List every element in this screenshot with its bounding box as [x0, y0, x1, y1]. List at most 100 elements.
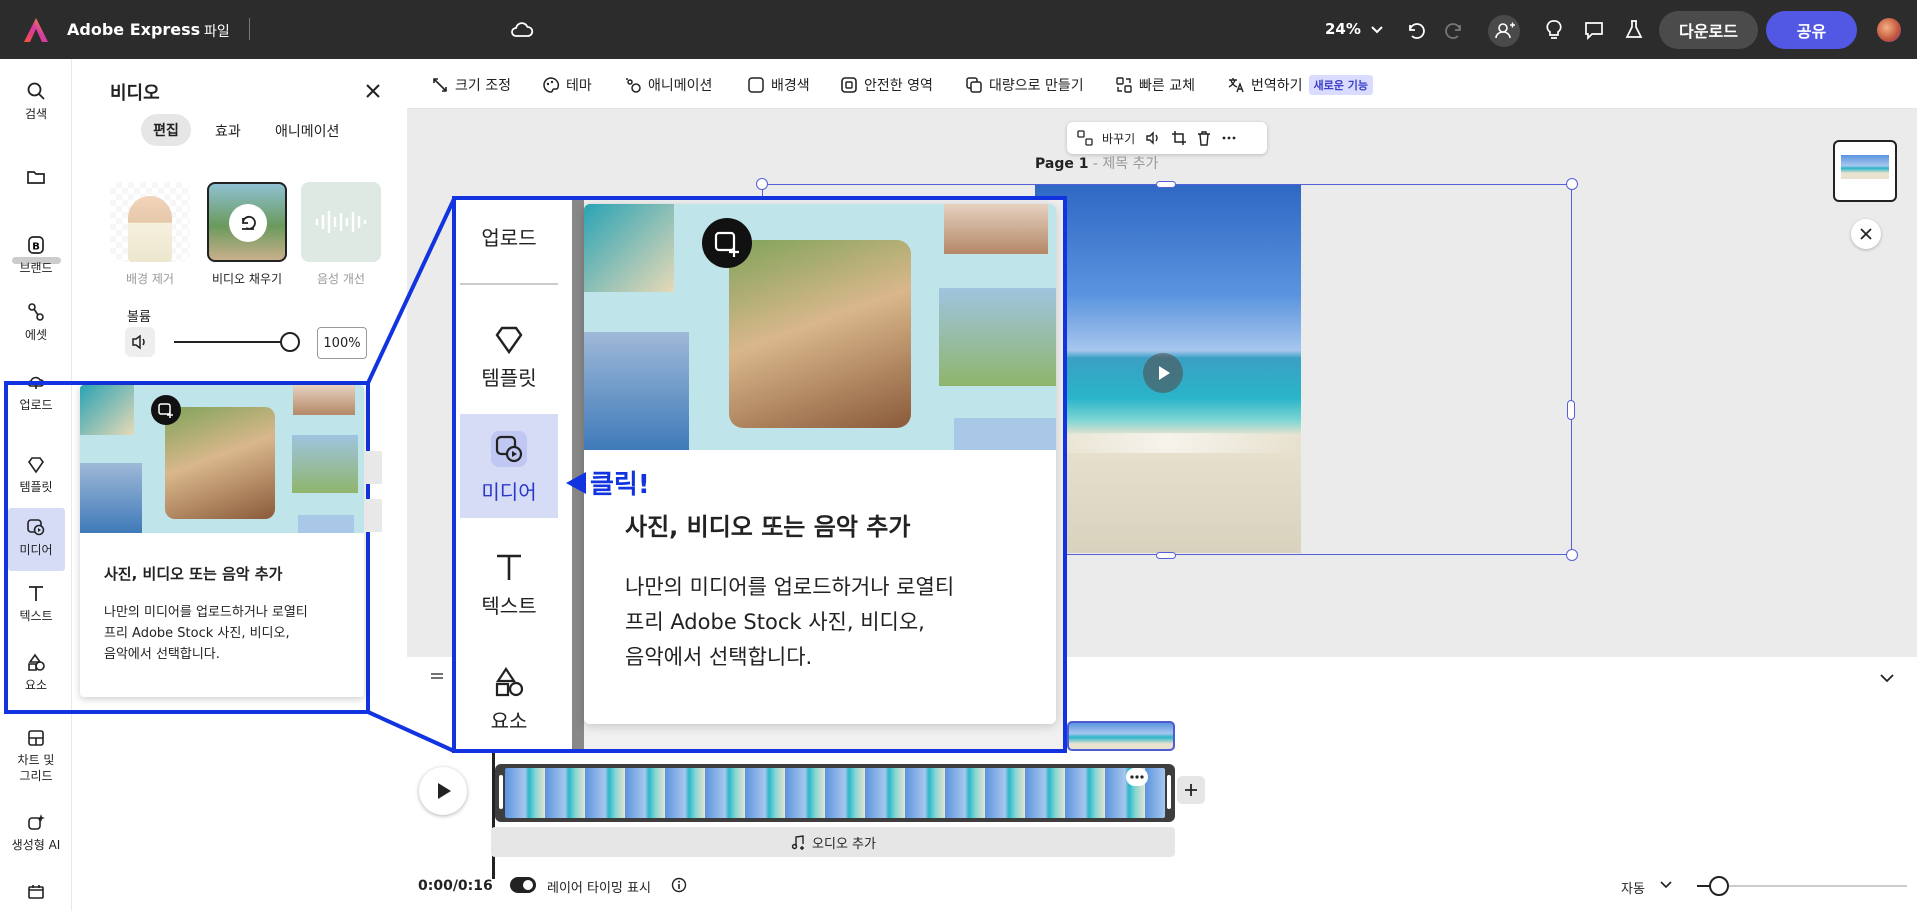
translate-icon: [1228, 78, 1244, 93]
rail-label: 브랜드: [19, 261, 53, 275]
assets-icon: [28, 303, 44, 321]
chevron-down-icon[interactable]: [1659, 880, 1673, 890]
info-icon[interactable]: [671, 877, 687, 893]
theme-button[interactable]: 테마: [542, 75, 592, 95]
zoom-rail-templates[interactable]: 템플릿: [456, 322, 562, 391]
resize-button[interactable]: 크기 조정: [431, 75, 511, 95]
layer-clip[interactable]: [1067, 721, 1175, 751]
text-icon: [497, 554, 521, 580]
page-label: Page 1: [1035, 156, 1089, 172]
fill-video-option[interactable]: [207, 182, 287, 262]
layer-timing-toggle[interactable]: [510, 877, 536, 893]
toolbar-label: 테마: [566, 78, 592, 94]
resize-handle[interactable]: [1566, 549, 1578, 561]
rail-files[interactable]: [0, 167, 72, 191]
volume-value[interactable]: 100%: [317, 327, 367, 359]
rail-assets[interactable]: 에셋: [0, 302, 72, 343]
close-pages-button[interactable]: [1851, 219, 1881, 249]
close-icon: [1860, 228, 1872, 240]
collapse-handle-icon[interactable]: [429, 671, 445, 683]
option-label: 음성 개선: [317, 272, 365, 286]
bulk-create-button[interactable]: 대량으로 만들기: [965, 75, 1084, 95]
trash-icon[interactable]: [1196, 130, 1212, 146]
tab-animation[interactable]: 애니메이션: [275, 121, 339, 141]
resize-handle[interactable]: [1567, 400, 1575, 420]
clip-more-button[interactable]: [1126, 768, 1148, 786]
click-label: 클릭!: [590, 470, 650, 500]
remove-background-option[interactable]: [110, 182, 190, 262]
page-title[interactable]: Page 1 - 제목 추가: [1035, 153, 1158, 173]
download-button[interactable]: 다운로드: [1659, 11, 1758, 49]
video-clip-track[interactable]: [495, 764, 1175, 822]
search-icon: [27, 82, 45, 100]
grid-icon: [28, 730, 44, 746]
add-audio-button[interactable]: 오디오 추가: [491, 827, 1175, 857]
zoom-rail-elements[interactable]: 요소: [456, 665, 562, 734]
resize-handle[interactable]: [1156, 181, 1176, 188]
quick-swap-button[interactable]: 빠른 교체: [1115, 75, 1195, 95]
volume-slider-thumb[interactable]: [280, 332, 300, 352]
replace-button[interactable]: 바꾸기: [1102, 130, 1135, 147]
resize-handle[interactable]: [1566, 178, 1578, 190]
add-clip-button[interactable]: [1177, 776, 1205, 804]
zoom-tooltip-title: 사진, 비디오 또는 음악 추가: [625, 513, 911, 541]
crop-icon[interactable]: [1171, 130, 1187, 146]
translate-button[interactable]: 번역하기 새로운 기능: [1227, 75, 1373, 95]
adobe-express-logo-icon[interactable]: [22, 16, 50, 44]
rail-label: 에셋: [24, 328, 48, 342]
rail-ai[interactable]: 생성형 AI: [0, 812, 72, 853]
tab-edit[interactable]: 편집: [141, 114, 191, 146]
mute-button[interactable]: [125, 327, 155, 357]
resize-handle[interactable]: [756, 178, 768, 190]
undo-icon[interactable]: [1402, 17, 1428, 43]
flask-icon[interactable]: [1621, 17, 1647, 43]
close-icon[interactable]: [365, 83, 381, 99]
zoom-mode-label[interactable]: 자동: [1621, 878, 1645, 897]
rail-search[interactable]: 검색: [0, 81, 72, 122]
play-button[interactable]: [419, 767, 467, 815]
enhance-speech-option[interactable]: [301, 182, 381, 262]
music-add-icon: [791, 835, 805, 850]
rail-label: 텍스트: [481, 594, 537, 618]
top-toolbar: 크기 조정 테마 애니메이션 배경색 안전한 영역 대량으로 만들기 빠른 교체…: [407, 59, 1917, 109]
timeline-zoom-thumb[interactable]: [1709, 876, 1729, 896]
zoom-rail-upload[interactable]: 업로드: [456, 222, 562, 251]
volume-slider-track[interactable]: [174, 341, 292, 343]
redo-icon[interactable]: [1442, 17, 1468, 43]
zoom-rail-media[interactable]: 미디어: [456, 428, 562, 505]
folder-icon: [27, 171, 45, 184]
more-icon[interactable]: [1221, 130, 1237, 146]
toolbar-label: 배경색: [771, 78, 810, 94]
app-title: Adobe Express: [67, 20, 201, 39]
lightbulb-icon[interactable]: [1541, 17, 1567, 43]
panel-title: 비디오: [110, 83, 160, 104]
zoom-rail-text[interactable]: 텍스트: [456, 550, 562, 619]
background-color-button[interactable]: 배경색: [747, 75, 810, 95]
comment-icon[interactable]: [1581, 17, 1607, 43]
cloud-save-icon[interactable]: [509, 17, 535, 43]
animation-button[interactable]: 애니메이션: [624, 75, 712, 95]
chevron-down-icon[interactable]: [1879, 672, 1895, 684]
tab-effects[interactable]: 효과: [215, 121, 241, 141]
speaker-icon[interactable]: [1144, 130, 1162, 146]
bulk-create-icon: [966, 77, 982, 93]
rail-more[interactable]: [0, 882, 72, 906]
file-menu[interactable]: 파일: [204, 21, 230, 41]
zoom-level[interactable]: 24%: [1325, 20, 1361, 38]
resize-handle[interactable]: [1156, 552, 1176, 559]
share-button[interactable]: 공유: [1766, 11, 1857, 49]
rail-charts[interactable]: 차트 및 그리드: [0, 728, 72, 784]
toolbar-label: 빠른 교체: [1139, 78, 1195, 94]
undo-icon: [242, 215, 256, 230]
invite-user-icon[interactable]: [1488, 15, 1520, 47]
side-chip: [364, 499, 382, 532]
trim-handle[interactable]: [1167, 775, 1171, 809]
safe-zone-button[interactable]: 안전한 영역: [840, 75, 933, 95]
avatar[interactable]: [1877, 18, 1901, 42]
chevron-down-icon[interactable]: [1364, 17, 1390, 43]
toolbar-label: 애니메이션: [648, 78, 713, 94]
trim-handle[interactable]: [499, 775, 503, 809]
tooltip-line: 나만의 미디어를 업로드하거나 로열티: [104, 605, 308, 620]
rail-brand[interactable]: B 브랜드: [0, 235, 72, 276]
page-thumbnail[interactable]: [1833, 140, 1897, 202]
